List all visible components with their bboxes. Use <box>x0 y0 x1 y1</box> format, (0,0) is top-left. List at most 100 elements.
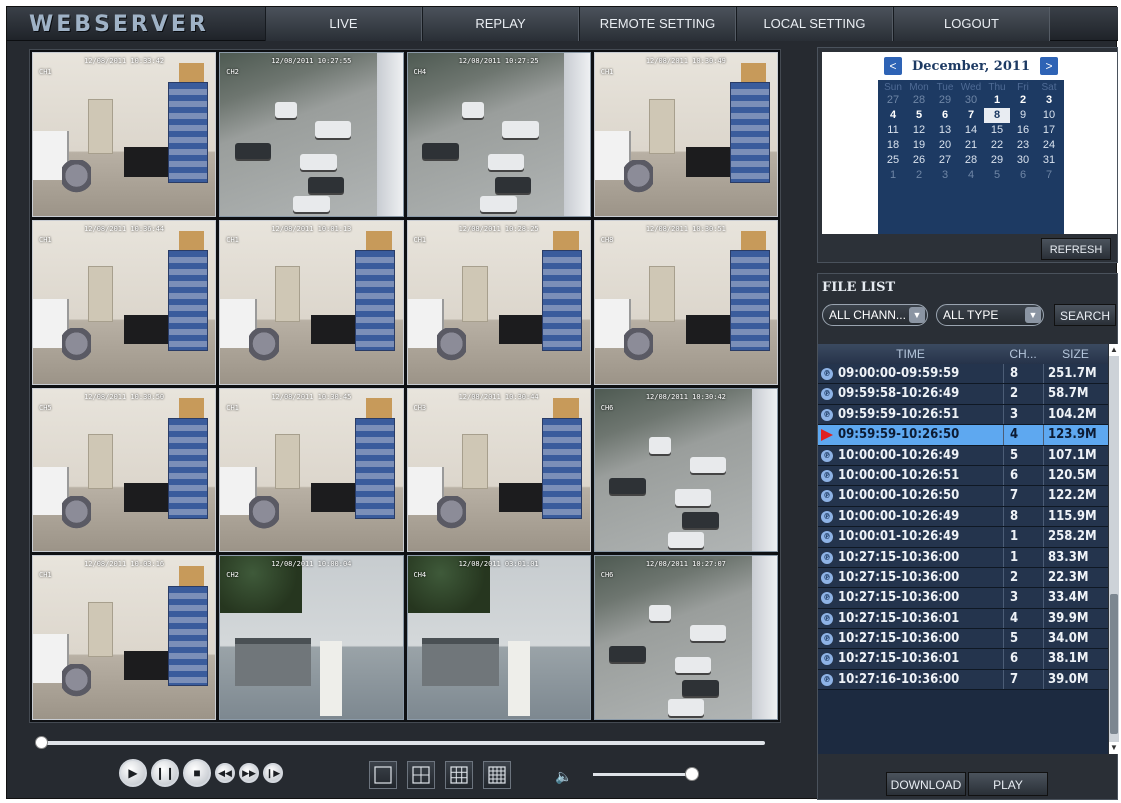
pause-icon[interactable]: ❙❙ <box>151 759 179 787</box>
volume-knob[interactable] <box>685 767 699 781</box>
table-row[interactable]: ℗ 10:00:00-10:26:49 8 115.9M <box>818 506 1108 528</box>
type-select[interactable]: ALL TYPE ▼ <box>936 304 1044 326</box>
camera-tile[interactable]: 12/08/2011 10:01:13 CH1 <box>219 219 404 385</box>
scroll-down-icon[interactable]: ▼ <box>1109 742 1119 754</box>
calendar-day[interactable]: 10 <box>1036 108 1062 123</box>
calendar-day[interactable]: 30 <box>1010 153 1036 168</box>
file-list-scrollbar[interactable]: ▲ ▼ <box>1109 344 1119 754</box>
calendar-day[interactable]: 1 <box>984 93 1010 108</box>
calendar-day[interactable]: 17 <box>1036 123 1062 138</box>
column-size[interactable]: SIZE <box>1043 344 1108 364</box>
calendar-day[interactable]: 23 <box>1010 138 1036 153</box>
fast-icon[interactable]: ▶▶ <box>239 763 259 783</box>
camera-tile[interactable]: 12/08/2011 10:30:50 CH5 <box>32 387 217 553</box>
refresh-button[interactable]: REFRESH <box>1041 238 1111 260</box>
camera-tile[interactable]: 12/08/2011 10:30:49 CH1 <box>593 52 778 217</box>
scroll-thumb[interactable] <box>1110 594 1118 734</box>
calendar-day[interactable]: 29 <box>932 93 958 108</box>
calendar-day[interactable]: 27 <box>880 93 906 108</box>
play-icon[interactable]: ▶ <box>119 759 147 787</box>
calendar-day[interactable]: 15 <box>984 123 1010 138</box>
camera-tile[interactable]: 12/08/2011 10:28:25 CH1 <box>406 219 591 385</box>
camera-tile[interactable]: 12/08/2011 10:00:04 CH2 <box>219 555 404 720</box>
calendar-day[interactable]: 5 <box>984 168 1010 183</box>
calendar-day[interactable]: 26 <box>906 153 932 168</box>
calendar-day[interactable]: 9 <box>1010 108 1036 123</box>
play-button[interactable]: PLAY <box>968 772 1048 796</box>
nav-logout[interactable]: LOGOUT <box>893 7 1050 41</box>
nav-live[interactable]: LIVE <box>265 7 422 41</box>
slow-icon[interactable]: ◀◀ <box>215 763 235 783</box>
camera-tile[interactable]: 12/08/2011 10:30:51 CH8 <box>593 219 778 385</box>
calendar-day[interactable]: 16 <box>1010 123 1036 138</box>
scroll-up-icon[interactable]: ▲ <box>1109 344 1119 356</box>
volume-slider[interactable] <box>593 773 693 776</box>
table-row[interactable]: ℗ 10:00:01-10:26:49 1 258.2M <box>818 527 1108 548</box>
calendar-day[interactable]: 27 <box>932 153 958 168</box>
calendar-day[interactable]: 4 <box>958 168 984 183</box>
nav-replay[interactable]: REPLAY <box>422 7 579 41</box>
calendar-day[interactable]: 11 <box>880 123 906 138</box>
calendar-day[interactable]: 29 <box>984 153 1010 168</box>
calendar-day[interactable]: 4 <box>880 108 906 123</box>
table-row[interactable]: ℗ 09:59:58-10:26:49 2 58.7M <box>818 384 1108 405</box>
calendar-day[interactable]: 31 <box>1036 153 1062 168</box>
playback-progress-bar[interactable] <box>35 736 765 749</box>
search-button[interactable]: SEARCH <box>1054 304 1116 326</box>
calendar-day[interactable]: 3 <box>932 168 958 183</box>
stop-icon[interactable]: ■ <box>183 759 211 787</box>
calendar-day[interactable]: 2 <box>906 168 932 183</box>
prev-month-icon[interactable]: < <box>884 57 902 75</box>
calendar-day[interactable]: 14 <box>958 123 984 138</box>
table-row[interactable]: ℗ 10:00:00-10:26:50 7 122.2M <box>818 486 1108 507</box>
calendar-day[interactable]: 1 <box>880 168 906 183</box>
table-row[interactable]: 09:59:59-10:26:50 4 123.9M <box>818 425 1108 446</box>
calendar-day[interactable]: 7 <box>1036 168 1062 183</box>
camera-tile[interactable]: 12/08/2011 10:27:07 CH6 <box>593 555 778 720</box>
calendar-day[interactable]: 12 <box>906 123 932 138</box>
calendar-day[interactable]: 22 <box>984 138 1010 153</box>
table-row[interactable]: ℗ 10:27:15-10:36:00 5 34.0M <box>818 629 1108 650</box>
calendar-day[interactable]: 6 <box>1010 168 1036 183</box>
calendar-day[interactable]: 6 <box>932 108 958 123</box>
layout-3x3-button[interactable] <box>445 761 473 789</box>
camera-tile[interactable]: 12/08/2011 03:01:01 CH4 <box>406 555 591 720</box>
calendar-day[interactable]: 25 <box>880 153 906 168</box>
calendar-day[interactable]: 3 <box>1036 93 1062 108</box>
column-channel[interactable]: CH... <box>1003 344 1043 364</box>
calendar-day[interactable]: 20 <box>932 138 958 153</box>
table-row[interactable]: ℗ 10:00:00-10:26:51 6 120.5M <box>818 465 1108 487</box>
next-month-icon[interactable]: > <box>1039 57 1058 75</box>
table-row[interactable]: ℗ 10:27:15-10:36:00 2 22.3M <box>818 567 1108 589</box>
table-row[interactable]: ℗ 10:27:15-10:36:00 3 33.4M <box>818 588 1108 609</box>
table-row[interactable]: ℗ 10:27:15-10:36:01 4 39.9M <box>818 608 1108 630</box>
calendar-day[interactable]: 18 <box>880 138 906 153</box>
camera-tile[interactable]: 12/08/2011 10:36:44 CH1 <box>32 219 217 385</box>
layout-2x2-button[interactable] <box>407 761 435 789</box>
table-row[interactable]: ℗ 10:27:16-10:36:00 7 39.0M <box>818 669 1108 691</box>
layout-4x4-button[interactable] <box>483 761 511 789</box>
table-row[interactable]: ℗ 10:00:00-10:26:49 5 107.1M <box>818 445 1108 466</box>
camera-tile[interactable]: 12/08/2011 10:03:16 CH1 <box>32 555 217 720</box>
channel-select[interactable]: ALL CHANN... ▼ <box>822 304 928 326</box>
camera-tile[interactable]: 12/08/2011 10:30:42 CH6 <box>593 387 778 553</box>
calendar-day[interactable]: 2 <box>1010 93 1036 108</box>
column-time[interactable]: TIME <box>818 344 1003 364</box>
calendar-day[interactable]: 24 <box>1036 138 1062 153</box>
camera-tile[interactable]: 12/08/2011 10:30:45 CH1 <box>219 387 404 553</box>
calendar-day[interactable]: 13 <box>932 123 958 138</box>
camera-tile[interactable]: 12/08/2011 10:30:44 CH3 <box>406 387 591 553</box>
table-row[interactable]: ℗ 09:59:59-10:26:51 3 104.2M <box>818 404 1108 426</box>
progress-knob[interactable] <box>35 736 48 749</box>
volume-icon[interactable]: 🔈 <box>555 768 572 785</box>
calendar-day[interactable]: 30 <box>958 93 984 108</box>
calendar-day[interactable]: 21 <box>958 138 984 153</box>
camera-tile[interactable]: 12/08/2011 10:27:25 CH4 <box>406 52 591 217</box>
table-row[interactable]: ℗ 10:27:15-10:36:00 1 83.3M <box>818 547 1108 568</box>
calendar-day[interactable]: 19 <box>906 138 932 153</box>
table-row[interactable]: ℗ 09:00:00-09:59:59 8 251.7M <box>818 364 1108 385</box>
nav-remote-setting[interactable]: REMOTE SETTING <box>579 7 736 41</box>
calendar-day[interactable]: 5 <box>906 108 932 123</box>
calendar-day[interactable]: 28 <box>906 93 932 108</box>
calendar-day[interactable]: 28 <box>958 153 984 168</box>
